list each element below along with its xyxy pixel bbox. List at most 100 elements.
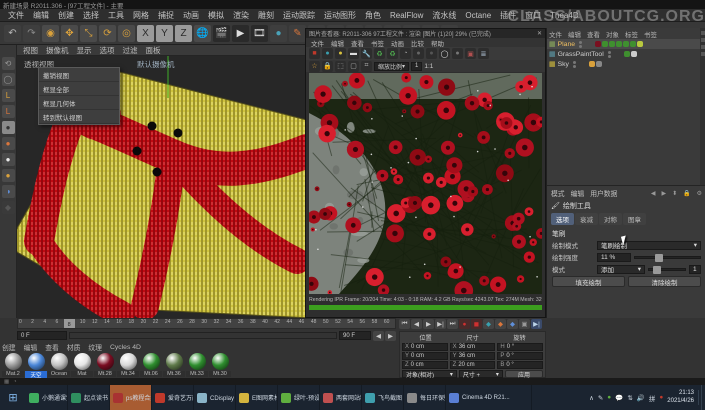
viewport-menu-过滤[interactable]: 过滤: [123, 45, 138, 56]
next-frame-button[interactable]: ▶|: [435, 319, 446, 329]
taskbar-item[interactable]: 起点读书: [68, 385, 110, 410]
tray-red-icon[interactable]: ●: [659, 394, 663, 401]
texture-mode-icon[interactable]: L: [2, 89, 15, 102]
menu-item-网格[interactable]: 网格: [133, 10, 149, 21]
coords-field[interactable]: Y36 cm: [450, 352, 496, 360]
taskbar-item[interactable]: 每日环保壁纸: [404, 385, 446, 410]
mode-select[interactable]: 添加▾: [597, 265, 645, 274]
region-icon[interactable]: ⌗: [361, 61, 372, 72]
coords-field[interactable]: P0 °: [497, 352, 543, 360]
menu-item-创建[interactable]: 创建: [58, 10, 74, 21]
coords-field[interactable]: Z20 cm: [450, 361, 496, 369]
nav-white-icon[interactable]: ▬: [348, 48, 359, 59]
pv-menu-书签[interactable]: 书签: [371, 38, 384, 48]
material-menu-材质[interactable]: 材质: [67, 342, 81, 352]
visibility-dots[interactable]: [573, 61, 576, 68]
coords-field[interactable]: B0 °: [497, 361, 543, 369]
paint-mode-select[interactable]: 笔刷绘制▾: [597, 241, 701, 250]
zoom-mode-select[interactable]: 缩放比例▾: [374, 62, 409, 71]
move-tool-icon[interactable]: ✥: [61, 25, 78, 42]
ball-c-icon[interactable]: ●: [452, 48, 463, 59]
attr-header-icon[interactable]: ⚙: [697, 190, 702, 197]
coords-size-select[interactable]: 尺寸 +▾: [459, 370, 503, 378]
material-Mt.30[interactable]: Mt.30: [209, 353, 231, 379]
menu-item-RealFlow[interactable]: RealFlow: [390, 11, 423, 20]
menu-item-流水线[interactable]: 流水线: [432, 10, 456, 21]
attr-header-icon[interactable]: ▶: [661, 190, 666, 197]
visibility-dots[interactable]: [608, 51, 611, 58]
material-Mat.2[interactable]: Mat.2: [2, 353, 24, 379]
visibility-dots[interactable]: [579, 41, 582, 48]
zoom-value-field[interactable]: 1: [411, 62, 422, 71]
render-view-icon[interactable]: 🎬: [213, 25, 230, 42]
render-picture-icon[interactable]: ▶: [232, 25, 249, 42]
menu-item-文件[interactable]: 文件: [8, 10, 24, 21]
strength-field[interactable]: 11 %: [597, 253, 631, 262]
attr-header-icon[interactable]: ◀: [651, 190, 656, 197]
menu-item-渲染[interactable]: 渲染: [233, 10, 249, 21]
nav-teal-icon[interactable]: ●: [322, 48, 333, 59]
material-Mt.28[interactable]: Mt.28: [94, 353, 116, 379]
record-button[interactable]: ●: [459, 319, 470, 329]
viewport-menu-显示[interactable]: 显示: [77, 45, 92, 56]
menu-item-选择[interactable]: 选择: [83, 10, 99, 21]
menu-item-动画[interactable]: 动画: [183, 10, 199, 21]
taskbar-item[interactable]: E图网素材文...: [236, 385, 278, 410]
taskbar-item[interactable]: 两套网站精选...: [320, 385, 362, 410]
redo-icon[interactable]: ↷: [23, 25, 40, 42]
menu-item-运动图形[interactable]: 运动图形: [324, 10, 356, 21]
tag-icon[interactable]: [595, 41, 601, 47]
render-settings-icon[interactable]: 🎞: [251, 25, 268, 42]
tray-pen-icon[interactable]: ✎: [598, 394, 603, 402]
layout-icon[interactable]: ≣: [478, 48, 489, 59]
history-icon[interactable]: ◔: [400, 48, 411, 59]
timeline-range-track[interactable]: [69, 332, 337, 339]
sky-object-icon[interactable]: ●: [270, 25, 287, 42]
material-Mt.36[interactable]: Mt.36: [163, 353, 185, 379]
menu-item-编辑[interactable]: 编辑: [33, 10, 49, 21]
pv-menu-编辑[interactable]: 编辑: [331, 38, 344, 48]
key-scale-button[interactable]: ◆: [495, 319, 506, 329]
nav-red-icon[interactable]: ■: [309, 48, 320, 59]
material-Ocean[interactable]: Ocean: [48, 353, 70, 379]
tray-green-icon[interactable]: ●: [607, 394, 611, 401]
points-mode-icon[interactable]: ●: [2, 121, 15, 134]
show-desktop-button[interactable]: [701, 385, 705, 410]
material-menu-Cycles 4D[interactable]: Cycles 4D: [110, 344, 141, 351]
taskbar-item[interactable]: ps教程合集播...: [110, 385, 152, 410]
key-pos-button[interactable]: ◆: [483, 319, 494, 329]
snap-icon[interactable]: ◆: [2, 201, 15, 214]
material-menu-编辑[interactable]: 编辑: [24, 342, 38, 352]
star-icon[interactable]: ☆: [309, 61, 320, 72]
material-Mt.33[interactable]: Mt.33: [186, 353, 208, 379]
context-menu-item[interactable]: 框显全部: [39, 82, 119, 96]
context-menu-item[interactable]: 撤销视图: [39, 68, 119, 82]
object-row-Plane[interactable]: ▦Plane: [547, 39, 700, 49]
tray-net-icon[interactable]: ⇅: [627, 394, 632, 402]
context-menu-item[interactable]: 转到默认视图: [39, 110, 119, 124]
menu-item-运动跟踪[interactable]: 运动跟踪: [283, 10, 315, 21]
object-row-Sky[interactable]: ▦Sky: [547, 59, 700, 69]
taskbar-item[interactable]: CDisplay 图像...: [194, 385, 236, 410]
axis-y-button[interactable]: Y: [156, 25, 173, 42]
tag-icon[interactable]: [623, 41, 629, 47]
pv-menu-比较[interactable]: 比较: [411, 38, 424, 48]
enable-axis-icon[interactable]: ●: [2, 169, 15, 182]
close-icon[interactable]: ✕: [537, 30, 542, 37]
circle-icon[interactable]: ◯: [439, 48, 450, 59]
tag-icon[interactable]: [616, 41, 622, 47]
attr-header-模式[interactable]: 模式: [551, 188, 565, 198]
pv-menu-查看[interactable]: 查看: [351, 38, 364, 48]
tray-arrow-icon[interactable]: ∧: [589, 394, 594, 402]
om-menu-标签[interactable]: 标签: [625, 29, 638, 39]
material-menu-创建[interactable]: 创建: [2, 342, 16, 352]
timeline-end-field[interactable]: 90 F: [339, 331, 371, 340]
rotate-tool-icon[interactable]: ⟳: [99, 25, 116, 42]
material-Mt.34[interactable]: Mt.34: [117, 353, 139, 379]
coord-system-icon[interactable]: 🌐: [194, 25, 211, 42]
key-rot-button[interactable]: ◆: [507, 319, 518, 329]
prev-frame-button[interactable]: ◀: [411, 319, 422, 329]
paint-icon[interactable]: ✎: [289, 25, 306, 42]
autokey-button[interactable]: ◼: [471, 319, 482, 329]
coords-field[interactable]: X0 cm: [402, 343, 448, 351]
